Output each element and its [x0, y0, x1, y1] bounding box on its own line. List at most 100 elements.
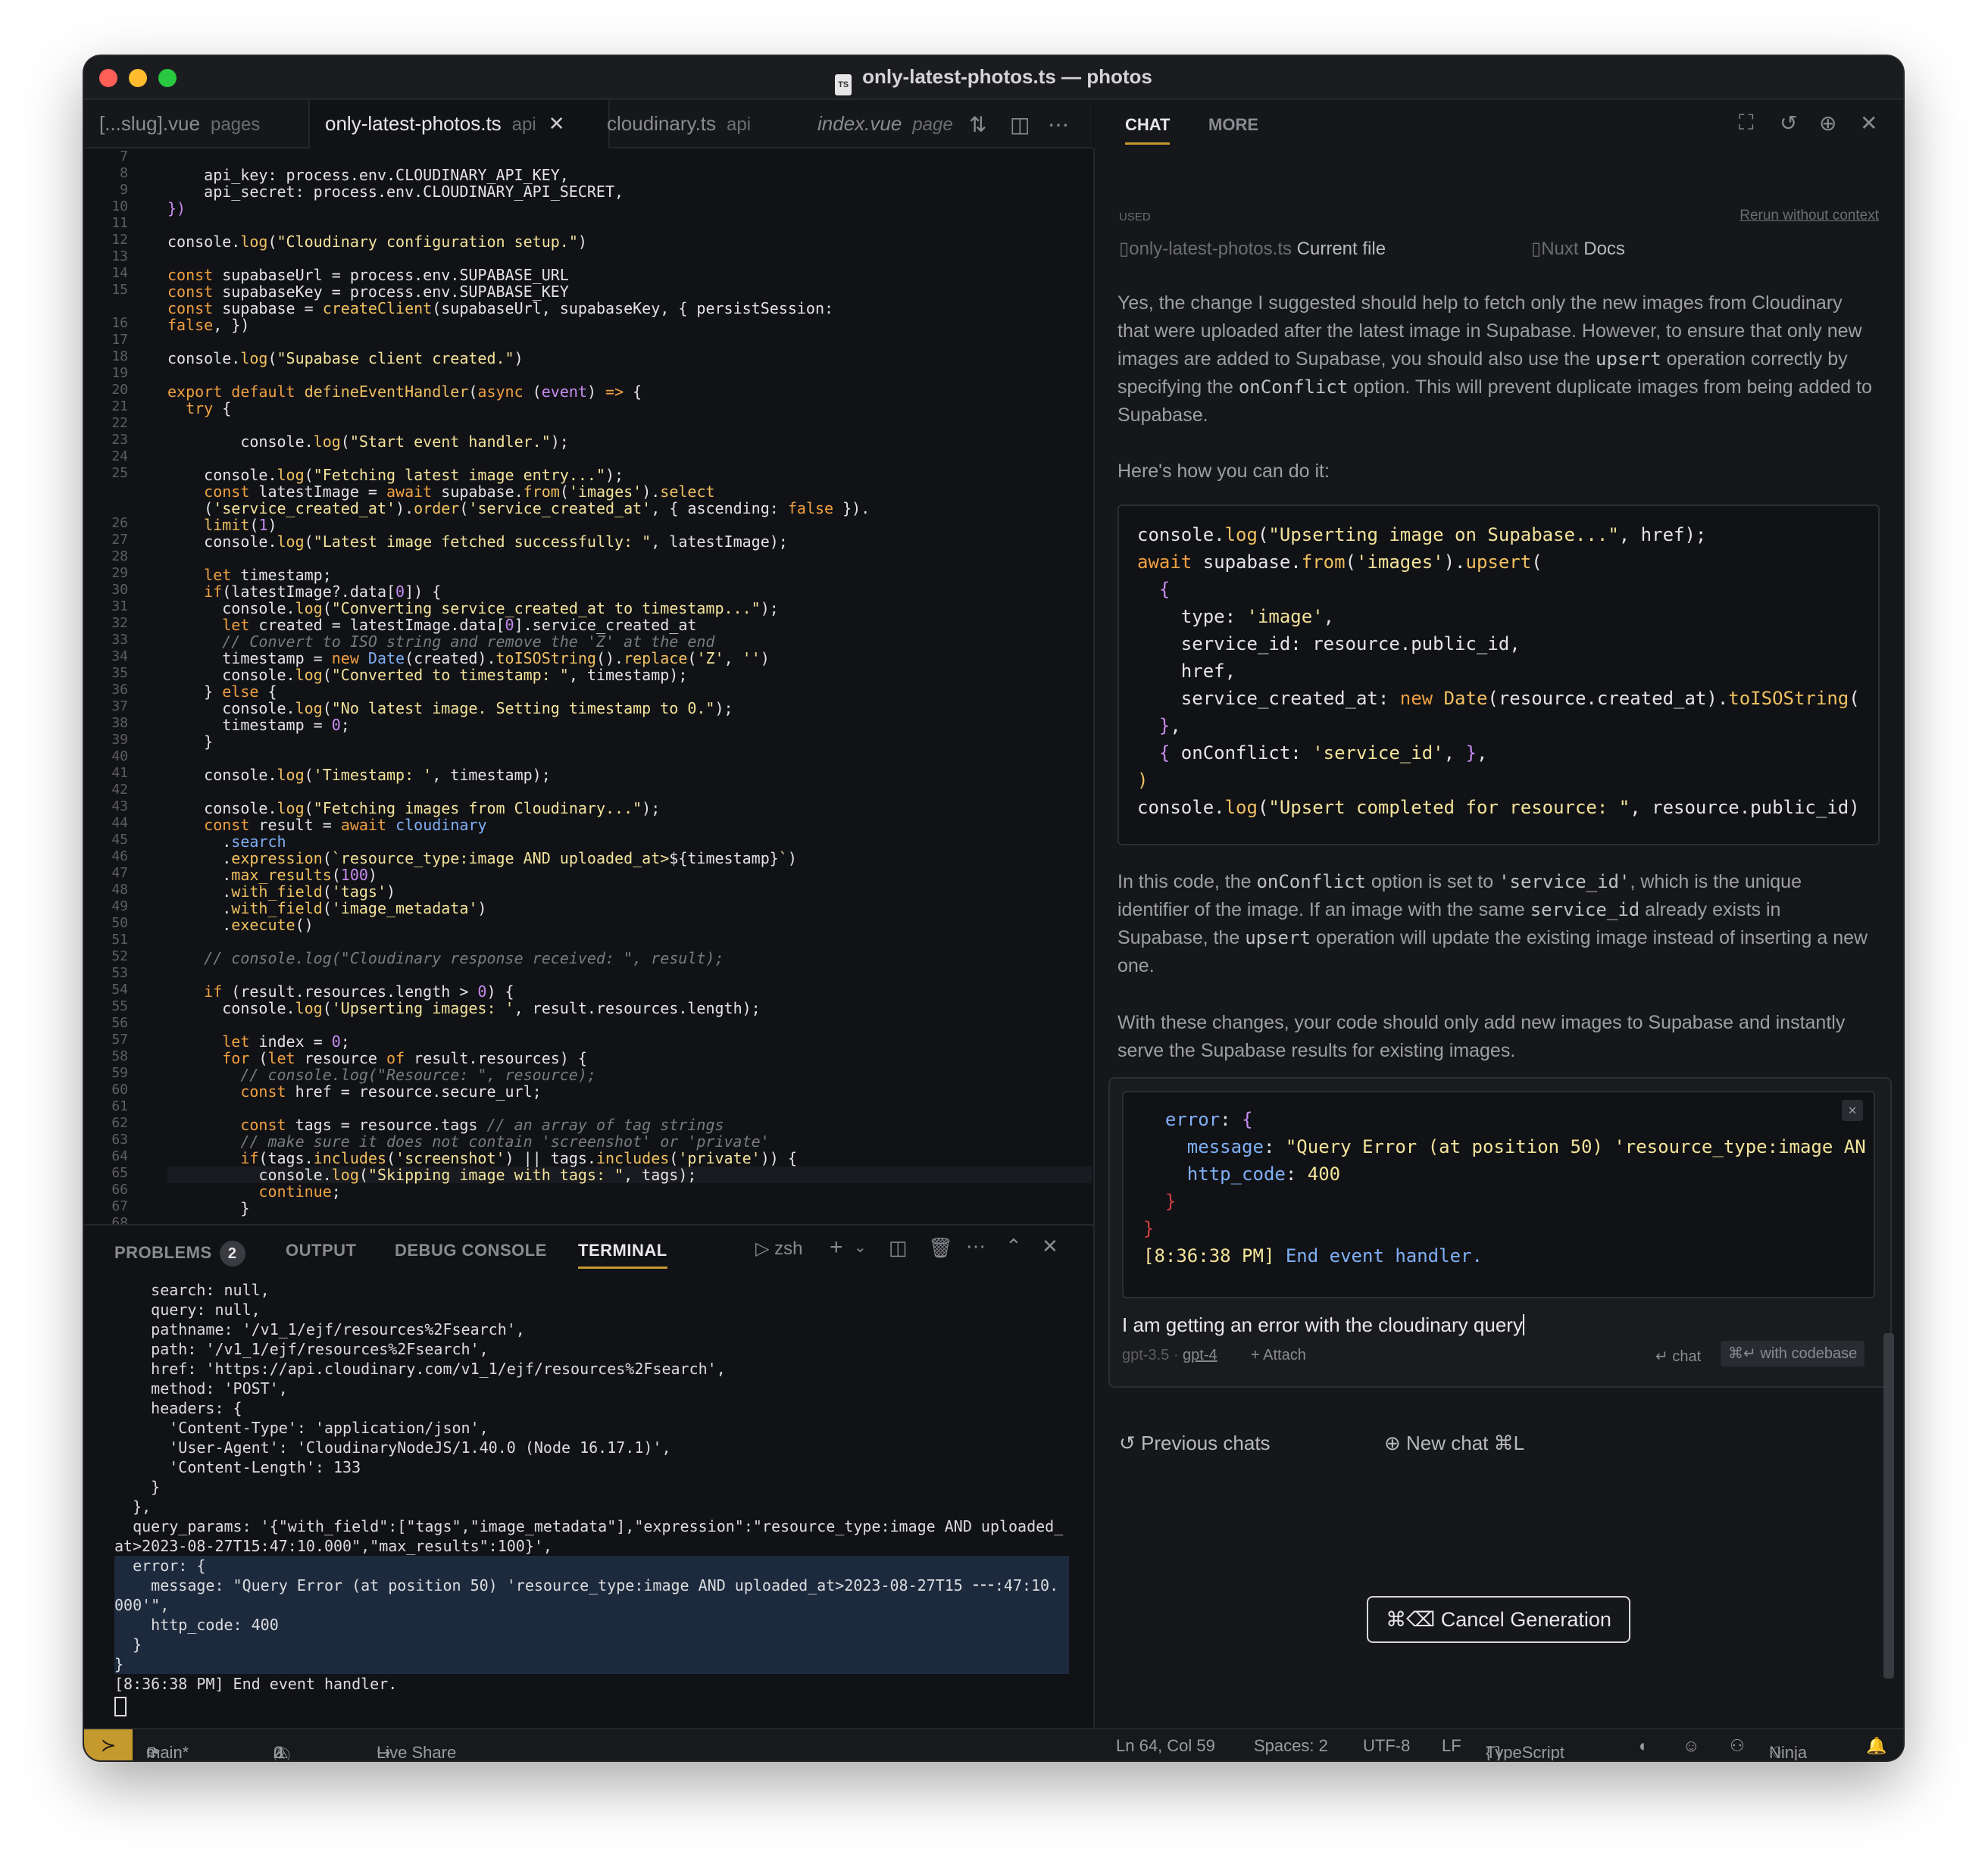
chat-input-text[interactable]: I am getting an error with the cloudinar… — [1122, 1313, 1524, 1337]
terminal-line: query_params: '{"with_field":["tags","im… — [114, 1517, 1064, 1535]
terminal-line: http_code: 400 — [114, 1615, 1069, 1635]
attach-button[interactable]: + Attach — [1251, 1347, 1306, 1364]
encoding[interactable]: UTF-8 — [1363, 1736, 1410, 1756]
line-number: 61 — [111, 1098, 128, 1114]
split-terminal-icon[interactable]: ◫ — [889, 1236, 908, 1260]
close-panel-icon[interactable]: ✕ — [1042, 1235, 1058, 1258]
send-with-codebase-button[interactable]: ⌘↵ with codebase — [1721, 1341, 1865, 1366]
chat-scrollbar[interactable] — [1883, 1333, 1894, 1679]
line-number: 15 — [111, 282, 128, 298]
terminal-line: 'User-Agent': 'CloudinaryNodeJS/1.40.0 (… — [114, 1438, 671, 1457]
line-number: 21 — [111, 398, 128, 414]
new-chat-icon[interactable]: ⊕ — [1819, 111, 1836, 136]
tab-terminal[interactable]: TERMINAL — [578, 1241, 667, 1269]
more-actions-icon[interactable]: ⋯ — [966, 1235, 986, 1258]
indentation[interactable]: Spaces: 2 — [1254, 1736, 1328, 1756]
close-tab-icon[interactable]: ✕ — [549, 112, 565, 135]
close-chat-icon[interactable]: ✕ — [1860, 111, 1877, 136]
typescript-file-icon: TS — [835, 74, 852, 95]
send-chat-button[interactable]: ↵ chat — [1655, 1347, 1701, 1366]
tab-index-vue[interactable]: index.vue page — [804, 100, 969, 147]
line-number: 49 — [111, 898, 128, 914]
plus-icon: + — [1251, 1347, 1264, 1363]
tab-more[interactable]: MORE — [1208, 115, 1258, 135]
history-icon: ↺ — [1119, 1432, 1142, 1454]
maximize-panel-icon[interactable]: ⌃ — [1005, 1235, 1022, 1258]
title-bar: TS only-latest-photos.ts — photos — [84, 56, 1903, 100]
previous-chats-button[interactable]: ↺ Previous chats — [1119, 1432, 1271, 1455]
tab-output[interactable]: OUTPUT — [286, 1241, 356, 1260]
line-number: 52 — [111, 948, 128, 964]
trash-icon[interactable]: 🗑 — [928, 1236, 953, 1260]
tab-only-latest-photos[interactable]: only-latest-photos.ts api ✕ — [308, 100, 610, 148]
chevron-down-icon[interactable]: ⌄ — [854, 1238, 867, 1257]
line-number: 31 — [111, 598, 128, 614]
new-terminal-icon[interactable]: + — [830, 1235, 843, 1260]
feedback-icon[interactable]: ☺ — [1683, 1736, 1699, 1756]
terminal-line: [8:36:38 PM] End event handler. — [114, 1675, 398, 1693]
terminal-line: pathname: '/v1_1/ejf/resources%2Fsearch'… — [114, 1320, 525, 1338]
theme-icon[interactable]: ◐ — [1639, 1736, 1649, 1756]
rerun-without-context-link[interactable]: Rerun without context — [1740, 208, 1879, 224]
tab-debug-console[interactable]: DEBUG CONSOLE — [395, 1241, 547, 1260]
terminal-line: } — [114, 1478, 161, 1496]
text-cursor — [1522, 1314, 1524, 1335]
line-number: 47 — [111, 865, 128, 881]
line-number: 17 — [111, 332, 128, 348]
maximize-chat-icon[interactable]: ⛶ — [1739, 111, 1754, 136]
line-number: 39 — [111, 732, 128, 748]
cmd-enter-icon: ⌘↵ — [1728, 1345, 1761, 1362]
line-number: 48 — [111, 882, 128, 898]
sync-icon: ⟳ — [146, 1743, 161, 1760]
line-number: 8 — [120, 165, 128, 181]
response-paragraph-2: Here's how you can do it: — [1117, 461, 1330, 482]
line-number: 18 — [111, 348, 128, 364]
line-number: 50 — [111, 915, 128, 931]
terminal-cursor — [114, 1697, 127, 1716]
pasted-error-block: ✕ error: { message: "Query Error (at pos… — [1122, 1091, 1875, 1298]
new-chat-button[interactable]: ⊕ New chat ⌘L — [1384, 1432, 1524, 1455]
context-current-file[interactable]: ▯only-latest-photos.ts Current file — [1119, 238, 1386, 260]
tab-cloudinary-ts[interactable]: cloudinary.ts api — [593, 100, 804, 147]
tab-chat[interactable]: CHAT — [1125, 115, 1171, 145]
copilot-icon[interactable]: ⚇ — [1730, 1736, 1745, 1756]
cancel-generation-button[interactable]: ⌘⌫ Cancel Generation — [1367, 1596, 1630, 1643]
more-actions-icon[interactable]: ⋯ — [1048, 112, 1069, 137]
chat-panel: CHAT MORE ⛶ ↺ ⊕ ✕ USED Rerun without con… — [1095, 100, 1903, 1728]
response-code-block[interactable]: console.log("Upserting image on Supabase… — [1117, 504, 1880, 845]
terminal-line: } — [114, 1654, 1069, 1674]
line-number: 60 — [111, 1082, 128, 1098]
tab-problems[interactable]: PROBLEMS 2 — [114, 1241, 245, 1267]
tab-slug-vue[interactable]: [...slug].vue pages — [84, 100, 323, 147]
terminal-shell-selector[interactable]: ▷ zsh — [755, 1238, 802, 1260]
response-paragraph-4: With these changes, your code should onl… — [1117, 1012, 1846, 1061]
code-editor[interactable]: 7 8 9 10 11 12 13 14 15 16 17 18 19 20 21 22 23 24 25 26 27 2… — [84, 148, 1093, 1224]
compare-changes-icon[interactable]: ⇅ — [969, 112, 986, 137]
history-icon[interactable]: ↺ — [1780, 111, 1797, 136]
cursor-position[interactable]: Ln 64, Col 59 — [1116, 1736, 1215, 1756]
line-ending[interactable]: LF — [1442, 1736, 1461, 1756]
line-number: 54 — [111, 982, 128, 998]
remove-pasted-icon[interactable]: ✕ — [1842, 1100, 1863, 1121]
line-number: 13 — [111, 248, 128, 264]
line-number: 7 — [120, 148, 128, 164]
bell-icon[interactable]: 🔔 — [1866, 1736, 1886, 1756]
remote-indicator-icon[interactable]: ≻ — [84, 1729, 133, 1760]
app-window: TS only-latest-photos.ts — photos [...slu… — [84, 56, 1903, 1760]
terminal-output[interactable]: search: null, query: null, pathname: '/v… — [114, 1280, 1069, 1716]
line-number: 25 — [111, 465, 128, 481]
used-label: USED — [1119, 211, 1151, 223]
line-number: 43 — [111, 798, 128, 814]
terminal-line: 'Content-Length': 133 — [114, 1458, 361, 1476]
line-number: 10 — [111, 198, 128, 214]
line-number: 38 — [111, 715, 128, 731]
line-number: 64 — [111, 1148, 128, 1164]
line-number: 41 — [111, 765, 128, 781]
file-icon: ▯ — [1119, 239, 1130, 259]
model-selector[interactable]: gpt-3.5 · gpt-4 — [1122, 1347, 1217, 1364]
context-docs[interactable]: ▯Nuxt Docs — [1531, 238, 1625, 260]
line-number: 62 — [111, 1115, 128, 1131]
chat-input-box[interactable]: ✕ error: { message: "Query Error (at pos… — [1108, 1077, 1892, 1388]
terminal-line: error: { — [114, 1556, 1069, 1576]
split-editor-icon[interactable]: ◫ — [1010, 112, 1030, 137]
